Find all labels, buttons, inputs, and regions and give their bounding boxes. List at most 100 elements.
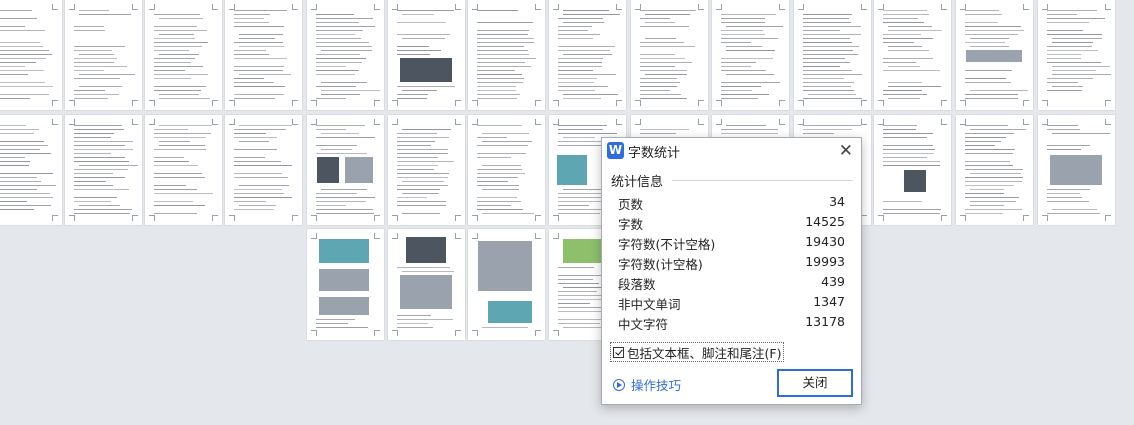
text-line xyxy=(1047,54,1081,55)
text-line xyxy=(397,319,453,320)
text-line xyxy=(74,185,113,186)
text-line xyxy=(1047,149,1081,150)
text-line xyxy=(883,18,918,19)
text-line xyxy=(154,161,189,162)
text-line xyxy=(239,38,275,39)
page-thumbnail[interactable] xyxy=(1038,0,1115,110)
page-thumbnail[interactable] xyxy=(388,229,465,340)
text-line xyxy=(397,46,429,47)
page-thumbnail[interactable] xyxy=(145,115,222,225)
page-thumbnail[interactable] xyxy=(388,0,465,110)
text-line xyxy=(0,125,26,126)
page-figure xyxy=(319,269,369,291)
text-line xyxy=(883,42,914,43)
page-thumbnail[interactable] xyxy=(0,0,62,110)
text-line xyxy=(965,169,1023,170)
page-thumbnail[interactable] xyxy=(65,115,142,225)
text-line xyxy=(316,18,373,19)
text-line xyxy=(234,149,277,150)
page-corner-mark xyxy=(392,215,398,221)
page-corner-mark xyxy=(779,119,785,125)
page-thumbnail[interactable] xyxy=(956,0,1033,110)
text-line xyxy=(402,129,451,130)
text-line xyxy=(74,94,119,95)
page-thumbnail[interactable] xyxy=(874,115,951,225)
page-thumbnail[interactable] xyxy=(225,115,302,225)
text-line xyxy=(234,18,264,19)
play-circle-icon xyxy=(613,378,625,391)
text-line xyxy=(316,197,375,198)
tips-link[interactable]: 操作技巧 xyxy=(613,375,681,394)
stat-row-words: 字数 14525 xyxy=(618,214,845,232)
text-line xyxy=(1047,50,1098,51)
text-line xyxy=(239,205,276,206)
page-corner-mark xyxy=(798,4,804,10)
checkbox-checked-icon[interactable] xyxy=(613,346,624,358)
page-thumbnail[interactable] xyxy=(307,229,384,340)
page-thumbnail[interactable] xyxy=(1038,115,1115,225)
page-thumbnail[interactable] xyxy=(307,0,384,110)
text-line xyxy=(316,327,368,328)
text-line xyxy=(154,42,208,43)
text-line xyxy=(154,86,206,87)
text-line xyxy=(74,50,112,51)
text-line xyxy=(721,82,780,83)
page-figure xyxy=(1050,155,1102,185)
page-corner-mark xyxy=(149,4,155,10)
text-line xyxy=(558,283,599,284)
page-figure xyxy=(400,58,452,82)
close-icon[interactable]: ✕ xyxy=(839,141,853,161)
text-line xyxy=(234,22,269,23)
stat-row-pages: 页数 34 xyxy=(618,194,845,212)
include-textbox-footnotes-checkbox[interactable]: 包括文本框、脚注和尾注(F) xyxy=(610,342,785,362)
page-corner-mark xyxy=(716,119,722,125)
text-line xyxy=(888,86,941,87)
page-thumbnail[interactable] xyxy=(631,0,708,110)
page-thumbnail[interactable] xyxy=(388,115,465,225)
text-line xyxy=(965,133,1014,134)
text-line xyxy=(640,10,696,11)
text-line xyxy=(883,201,922,202)
text-line xyxy=(558,141,601,142)
text-line xyxy=(74,145,125,146)
text-line xyxy=(234,133,266,134)
page-thumbnail[interactable] xyxy=(468,115,545,225)
text-line xyxy=(803,70,852,71)
page-thumbnail[interactable] xyxy=(794,0,871,110)
page-corner-mark xyxy=(212,119,218,125)
stat-label: 页数 xyxy=(618,197,644,212)
text-line xyxy=(965,70,1012,71)
text-line xyxy=(234,70,283,71)
text-line xyxy=(397,173,449,174)
page-thumbnail[interactable] xyxy=(468,229,545,340)
text-line xyxy=(558,50,610,51)
text-line xyxy=(397,157,438,158)
text-line xyxy=(883,137,927,138)
page-thumbnail[interactable] xyxy=(225,0,302,110)
text-line xyxy=(563,54,612,55)
page-thumbnail[interactable] xyxy=(874,0,951,110)
page-thumbnail[interactable] xyxy=(0,115,62,225)
close-button[interactable]: 关闭 xyxy=(777,369,853,397)
page-corner-mark xyxy=(455,4,461,10)
text-line xyxy=(397,315,431,316)
text-line xyxy=(883,62,916,63)
dialog-titlebar[interactable]: W 字数统计 ✕ xyxy=(602,138,861,164)
text-line xyxy=(159,34,194,35)
text-line xyxy=(397,133,437,134)
page-thumbnail[interactable] xyxy=(468,0,545,110)
stat-label: 字符数(计空格) xyxy=(618,257,703,272)
page-thumbnail[interactable] xyxy=(65,0,142,110)
text-line xyxy=(234,10,287,11)
text-line xyxy=(883,34,921,35)
text-line xyxy=(640,42,684,43)
text-line xyxy=(970,90,1028,91)
text-line xyxy=(640,94,681,95)
text-line xyxy=(477,201,521,202)
text-line xyxy=(397,323,428,324)
page-thumbnail[interactable] xyxy=(549,0,626,110)
page-thumbnail[interactable] xyxy=(956,115,1033,225)
page-thumbnail[interactable] xyxy=(712,0,789,110)
page-thumbnail[interactable] xyxy=(145,0,222,110)
page-thumbnail[interactable] xyxy=(307,115,384,225)
